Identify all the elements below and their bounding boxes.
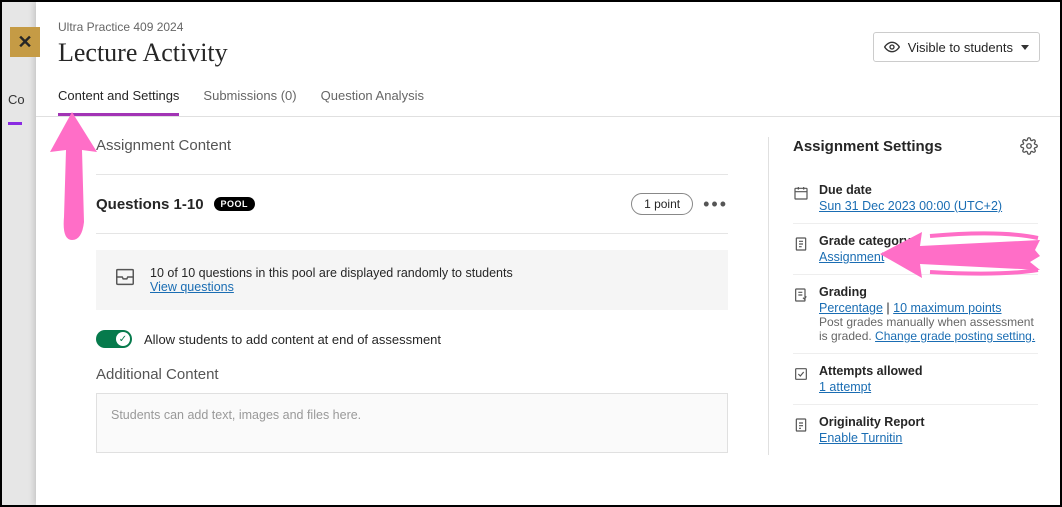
setting-originality: Originality Report Enable Turnitin	[793, 405, 1038, 455]
additional-content-editor[interactable]: Students can add text, images and files …	[96, 393, 728, 453]
originality-label: Originality Report	[819, 415, 925, 429]
chevron-down-icon	[1021, 45, 1029, 50]
pool-badge: POOL	[214, 197, 256, 211]
setting-attempts: Attempts allowed 1 attempt	[793, 354, 1038, 405]
due-date-link[interactable]: Sun 31 Dec 2023 00:00 (UTC+2)	[819, 199, 1002, 213]
assignment-content-heading: Assignment Content	[96, 137, 728, 154]
visibility-label: Visible to students	[908, 40, 1013, 55]
close-panel-button[interactable]: ✕	[10, 27, 40, 57]
behind-tab-fragment: Co	[8, 92, 25, 107]
panel-body: Assignment Content Questions 1-10 POOL 1…	[36, 117, 1060, 455]
panel-header: Ultra Practice 409 2024 Lecture Activity…	[36, 2, 1060, 78]
drawer-icon	[114, 266, 136, 288]
settings-heading: Assignment Settings	[793, 138, 942, 155]
main-column: Assignment Content Questions 1-10 POOL 1…	[96, 137, 728, 455]
originality-link[interactable]: Enable Turnitin	[819, 431, 902, 445]
more-options-button[interactable]: •••	[703, 194, 728, 215]
question-row-actions: 1 point •••	[631, 193, 728, 215]
report-icon	[793, 417, 809, 433]
setting-grading: Grading Percentage | 10 maximum points P…	[793, 275, 1038, 354]
setting-grade-category: Grade category Assignment	[793, 224, 1038, 275]
close-icon: ✕	[17, 32, 32, 53]
grading-max-points-link[interactable]: 10 maximum points	[893, 301, 1001, 315]
pool-info-text: 10 of 10 questions in this pool are disp…	[150, 266, 513, 294]
additional-content-heading: Additional Content	[96, 366, 728, 383]
visibility-dropdown[interactable]: Visible to students	[873, 32, 1040, 62]
setting-due-date: Due date Sun 31 Dec 2023 00:00 (UTC+2)	[793, 173, 1038, 224]
points-pill[interactable]: 1 point	[631, 193, 693, 215]
document-icon	[793, 236, 809, 252]
allow-content-toggle-label: Allow students to add content at end of …	[144, 332, 441, 347]
pool-info-box: 10 of 10 questions in this pool are disp…	[96, 250, 728, 310]
question-range-title: Questions 1-10	[96, 196, 204, 213]
grading-icon	[793, 287, 809, 303]
grading-separator: |	[883, 301, 893, 315]
eye-icon	[884, 39, 900, 55]
allow-content-toggle[interactable]	[96, 330, 132, 348]
grade-category-label: Grade category	[819, 234, 911, 248]
checkbox-icon	[793, 366, 809, 382]
background-peek: Co	[2, 2, 36, 505]
attempts-link[interactable]: 1 attempt	[819, 380, 871, 394]
grading-label: Grading	[819, 285, 1038, 299]
grade-category-link[interactable]: Assignment	[819, 250, 884, 264]
additional-content-placeholder: Students can add text, images and files …	[111, 408, 361, 422]
settings-header: Assignment Settings	[793, 137, 1038, 155]
allow-content-toggle-row: Allow students to add content at end of …	[96, 330, 728, 348]
grading-percentage-link[interactable]: Percentage	[819, 301, 883, 315]
question-pool-row[interactable]: Questions 1-10 POOL 1 point •••	[96, 174, 728, 234]
settings-column: Assignment Settings Due date Sun 31 Dec …	[768, 137, 1038, 455]
main-panel: Ultra Practice 409 2024 Lecture Activity…	[36, 2, 1060, 505]
pool-info-line: 10 of 10 questions in this pool are disp…	[150, 266, 513, 280]
due-date-label: Due date	[819, 183, 1002, 197]
tab-submissions[interactable]: Submissions (0)	[203, 78, 296, 116]
app-frame: Co ✕ Ultra Practice 409 2024 Lecture Act…	[0, 0, 1062, 507]
grading-change-setting-link[interactable]: Change grade posting setting.	[875, 329, 1035, 343]
view-questions-link[interactable]: View questions	[150, 280, 234, 294]
tab-content-settings[interactable]: Content and Settings	[58, 78, 179, 116]
gear-icon[interactable]	[1020, 137, 1038, 155]
tab-bar: Content and Settings Submissions (0) Que…	[36, 78, 1060, 117]
calendar-icon	[793, 185, 809, 201]
behind-tab-indicator	[8, 122, 22, 125]
attempts-label: Attempts allowed	[819, 364, 923, 378]
tab-question-analysis[interactable]: Question Analysis	[321, 78, 424, 116]
